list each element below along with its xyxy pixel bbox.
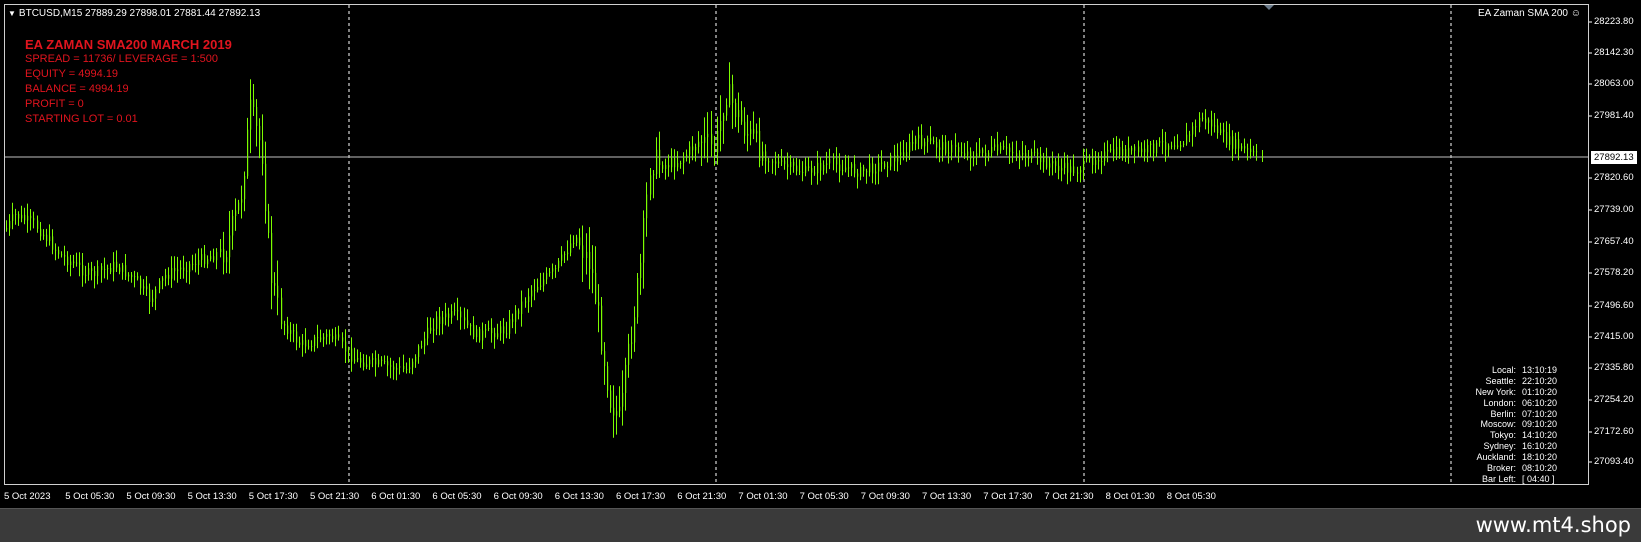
clock-time: 07:10:20 bbox=[1522, 408, 1558, 419]
clock-city: Berlin: bbox=[1490, 408, 1516, 419]
time-tick-label: 7 Oct 01:30 bbox=[738, 491, 788, 502]
balance-line: BALANCE = 4994.19 bbox=[25, 83, 129, 95]
clock-city: Broker: bbox=[1486, 463, 1516, 474]
time-tick-label: 5 Oct 09:30 bbox=[126, 491, 176, 502]
time-tick-label: 6 Oct 17:30 bbox=[616, 491, 666, 502]
clock-row: Berlin: 07:10:20 bbox=[1430, 409, 1582, 420]
time-tick-label: 6 Oct 01:30 bbox=[371, 491, 421, 502]
chart-window[interactable]: ▼ BTCUSD,M15 27889.29 27898.01 27881.44 2… bbox=[0, 0, 1641, 508]
price-tick-label: 27254.20 bbox=[1594, 394, 1634, 405]
chart-title-text: BTCUSD,M15 27889.29 27898.01 27881.44 27… bbox=[18, 8, 261, 19]
price-tick-label: 28142.30 bbox=[1594, 47, 1634, 58]
time-tick-label: 5 Oct 05:30 bbox=[65, 491, 115, 502]
clock-city: Moscow: bbox=[1480, 419, 1516, 430]
time-tick-label: 7 Oct 21:30 bbox=[1044, 491, 1094, 502]
time-tick-label: 5 Oct 21:30 bbox=[310, 491, 360, 502]
ea-info-box: EA ZAMAN SMA200 MARCH 2019 SPREAD = 1173… bbox=[25, 37, 232, 127]
clock-city: Sydney: bbox=[1483, 441, 1516, 452]
time-tick-label: 6 Oct 13:30 bbox=[554, 491, 604, 502]
clock-time: 14:10:20 bbox=[1522, 430, 1558, 441]
time-tick-label: 6 Oct 09:30 bbox=[493, 491, 543, 502]
price-tick-label: 27335.80 bbox=[1594, 362, 1634, 373]
price-tick-label: 27415.00 bbox=[1594, 331, 1634, 342]
clock-row: New York: 01:10:20 bbox=[1430, 387, 1582, 398]
clock-time: [ 04:40 ] bbox=[1522, 473, 1555, 484]
time-tick-label: 5 Oct 13:30 bbox=[187, 491, 237, 502]
smiley-icon: ☺ bbox=[1570, 8, 1581, 19]
time-tick-label: 7 Oct 09:30 bbox=[860, 491, 910, 502]
clock-city: New York: bbox=[1475, 386, 1516, 397]
clock-row: London: 06:10:20 bbox=[1430, 398, 1582, 409]
time-tick-label: 7 Oct 05:30 bbox=[799, 491, 849, 502]
price-tick-label: 27657.40 bbox=[1594, 236, 1634, 247]
chart-title: ▼ BTCUSD,M15 27889.29 27898.01 27881.44 2… bbox=[8, 8, 260, 19]
price-tick-label: 27739.00 bbox=[1594, 204, 1634, 215]
clock-time: 18:10:20 bbox=[1522, 452, 1558, 463]
time-tick-label: 5 Oct 2023 bbox=[4, 491, 51, 502]
time-tick-label: 6 Oct 05:30 bbox=[432, 491, 482, 502]
price-tick-label: 27820.60 bbox=[1594, 172, 1634, 183]
price-tick-label: 27981.40 bbox=[1594, 110, 1634, 121]
world-clock: Local: 13:10:19 Seattle: 22:10:20 New York: 0… bbox=[1430, 365, 1582, 485]
time-tick-label: 6 Oct 21:30 bbox=[677, 491, 727, 502]
plot-frame bbox=[4, 4, 1589, 485]
ea-heading: EA ZAMAN SMA200 MARCH 2019 bbox=[25, 37, 232, 52]
dropdown-triangle-icon[interactable]: ▼ bbox=[8, 9, 16, 18]
price-tick-label: 27093.40 bbox=[1594, 456, 1634, 467]
clock-time: 16:10:20 bbox=[1522, 441, 1558, 452]
equity-line: EQUITY = 4994.19 bbox=[25, 68, 119, 80]
ea-name-label: EA Zaman SMA 200 ☺ bbox=[1478, 8, 1581, 19]
clock-time: 13:10:19 bbox=[1522, 365, 1558, 375]
price-tick-label: 28223.80 bbox=[1594, 16, 1634, 27]
profit-line: PROFIT = 0 bbox=[25, 98, 84, 110]
current-price-label: 27892.13 bbox=[1591, 151, 1637, 164]
ea-name-text: EA Zaman SMA 200 bbox=[1477, 8, 1568, 19]
time-tick-label: 8 Oct 01:30 bbox=[1105, 491, 1155, 502]
clock-city: Seattle: bbox=[1485, 375, 1516, 386]
clock-row: Auckland: 18:10:20 bbox=[1430, 452, 1582, 463]
clock-city: Local: bbox=[1491, 365, 1516, 375]
time-tick-label: 5 Oct 17:30 bbox=[248, 491, 298, 502]
clock-time: 01:10:20 bbox=[1522, 386, 1558, 397]
clock-city: Tokyo: bbox=[1489, 430, 1516, 441]
time-tick-label: 7 Oct 17:30 bbox=[983, 491, 1033, 502]
time-tick-label: 8 Oct 05:30 bbox=[1166, 491, 1216, 502]
clock-time: 08:10:20 bbox=[1522, 463, 1558, 474]
clock-row: Bar Left: [ 04:40 ] bbox=[1430, 474, 1582, 485]
watermark-text: www.mt4.shop bbox=[1475, 513, 1631, 537]
clock-time: 09:10:20 bbox=[1522, 419, 1558, 430]
clock-row: Tokyo: 14:10:20 bbox=[1430, 430, 1582, 441]
clock-row: Moscow: 09:10:20 bbox=[1430, 419, 1582, 430]
clock-time: 22:10:20 bbox=[1522, 375, 1558, 386]
footer-bar: www.mt4.shop bbox=[0, 508, 1641, 542]
price-tick-label: 27496.60 bbox=[1594, 300, 1634, 311]
clock-row: Sydney: 16:10:20 bbox=[1430, 441, 1582, 452]
clock-city: London: bbox=[1483, 397, 1516, 408]
clock-row: Local: 13:10:19 bbox=[1430, 365, 1582, 376]
clock-city: Bar Left: bbox=[1481, 473, 1516, 484]
clock-time: 06:10:20 bbox=[1522, 397, 1558, 408]
clock-row: Seattle: 22:10:20 bbox=[1430, 376, 1582, 387]
time-tick-label: 7 Oct 13:30 bbox=[922, 491, 972, 502]
clock-city: Auckland: bbox=[1476, 452, 1516, 463]
price-tick-label: 28063.00 bbox=[1594, 78, 1634, 89]
clock-row: Broker: 08:10:20 bbox=[1430, 463, 1582, 474]
price-tick-label: 27578.20 bbox=[1594, 267, 1634, 278]
price-tick-label: 27172.60 bbox=[1594, 426, 1634, 437]
starting-lot-line: STARTING LOT = 0.01 bbox=[25, 113, 138, 125]
spread-line: SPREAD = 11736/ LEVERAGE = 1:500 bbox=[25, 53, 219, 65]
